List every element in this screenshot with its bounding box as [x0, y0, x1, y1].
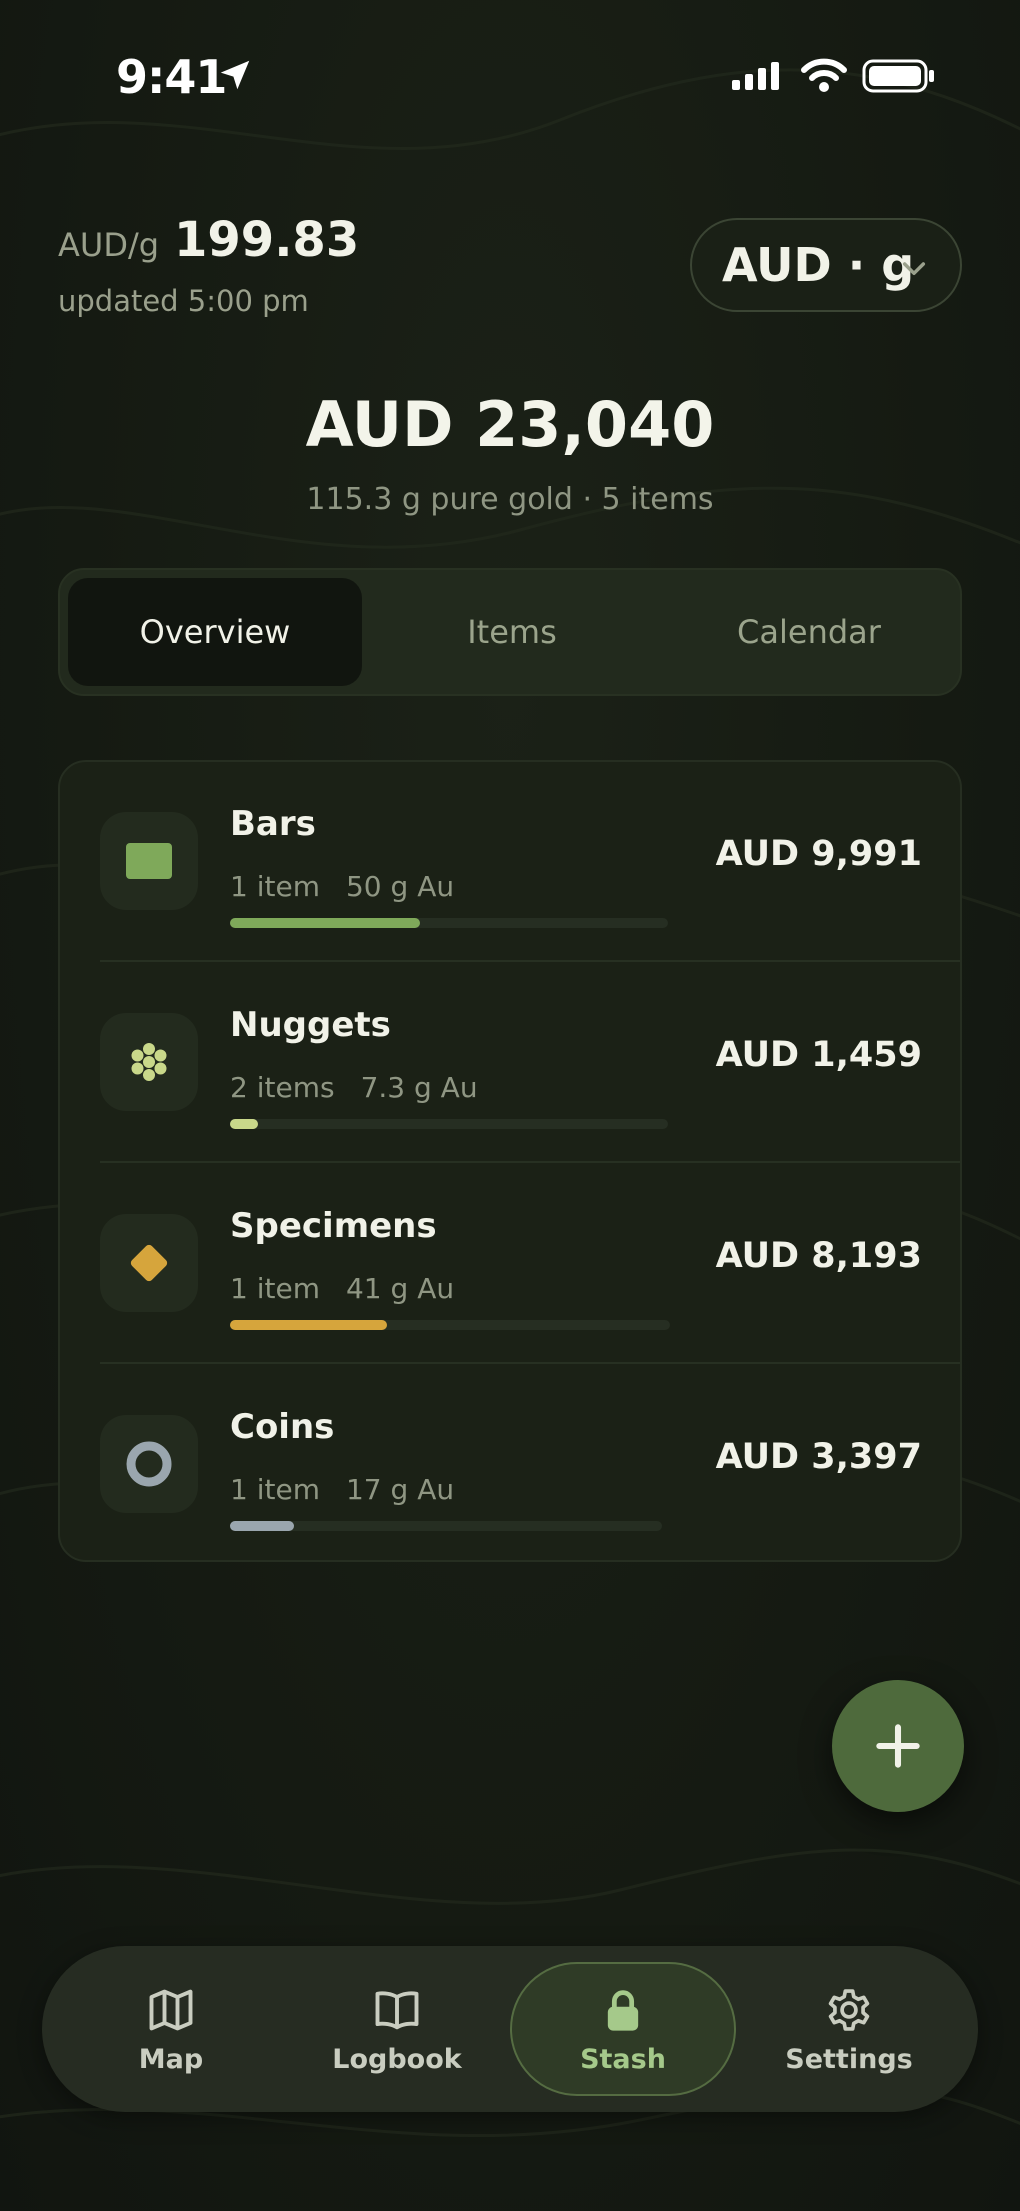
- category-share-bar: [230, 1521, 662, 1531]
- category-meta: 1 item 17 g Au: [230, 1473, 454, 1506]
- category-weight: 50 g Au: [345, 870, 455, 903]
- category-weight: 17 g Au: [345, 1473, 455, 1506]
- nav-logbook[interactable]: Logbook: [284, 1962, 510, 2096]
- category-share-fill: [230, 918, 421, 928]
- row-divider: [100, 1362, 960, 1364]
- category-share-bar: [230, 1320, 670, 1330]
- cellular-signal-icon: [732, 62, 779, 90]
- lock-icon: [607, 1989, 639, 2031]
- nav-label: Settings: [785, 2043, 913, 2075]
- category-name: Coins: [230, 1407, 335, 1447]
- tab-overview[interactable]: Overview: [68, 578, 362, 686]
- category-row-bars[interactable]: Bars 1 item 50 g Au AUD 9,991: [60, 762, 960, 962]
- category-count: 2 items: [230, 1071, 335, 1104]
- category-value: AUD 9,991: [715, 834, 922, 874]
- view-tabs: Overview Items Calendar: [58, 568, 962, 696]
- tab-items[interactable]: Items: [365, 578, 659, 686]
- category-share-fill: [230, 1521, 294, 1531]
- nav-label: Logbook: [332, 2043, 462, 2075]
- bar-icon: [126, 843, 172, 879]
- category-share-bar: [230, 918, 668, 928]
- category-row-specimens[interactable]: Specimens 1 item 41 g Au AUD 8,193: [60, 1164, 960, 1364]
- category-count: 1 item: [230, 1473, 320, 1506]
- currency-unit-label: AUD · g: [722, 238, 915, 292]
- category-share-bar: [230, 1119, 668, 1129]
- category-meta: 1 item 41 g Au: [230, 1272, 454, 1305]
- stash-total-value: AUD 23,040: [305, 388, 715, 461]
- category-row-coins[interactable]: Coins 1 item 17 g Au AUD 3,397: [60, 1365, 960, 1560]
- category-share-fill: [230, 1320, 387, 1330]
- app-screen: 9:41 AUD/g 199.83 updated 5:00 pm AUD · …: [0, 0, 1020, 2211]
- category-row-nuggets[interactable]: Nuggets 2 items 7.3 g Au AUD 1,459: [60, 963, 960, 1163]
- category-meta: 1 item 50 g Au: [230, 870, 454, 903]
- wifi-icon: [801, 58, 847, 92]
- nav-map[interactable]: Map: [58, 1962, 284, 2096]
- category-weight: 7.3 g Au: [360, 1071, 478, 1104]
- bar-icon-box: [100, 812, 198, 910]
- coin-icon: [126, 1441, 172, 1487]
- add-item-button[interactable]: [832, 1680, 964, 1812]
- nugget-icon: [131, 1043, 167, 1081]
- price-unit-label: AUD/g: [58, 226, 160, 264]
- gold-price-value: 199.83: [174, 212, 360, 268]
- location-arrow-icon: [220, 60, 250, 90]
- category-meta: 2 items 7.3 g Au: [230, 1071, 478, 1104]
- category-name: Specimens: [230, 1206, 437, 1246]
- category-value: AUD 3,397: [715, 1437, 922, 1477]
- row-divider: [100, 1161, 960, 1163]
- category-share-fill: [230, 1119, 258, 1129]
- category-count: 1 item: [230, 1272, 320, 1305]
- tab-calendar[interactable]: Calendar: [662, 578, 956, 686]
- category-list: Bars 1 item 50 g Au AUD 9,991 Nuggets 2 …: [58, 760, 962, 1562]
- category-weight: 41 g Au: [345, 1272, 455, 1305]
- specimen-icon: [130, 1244, 168, 1282]
- category-count: 1 item: [230, 870, 320, 903]
- row-divider: [100, 960, 960, 962]
- bottom-tab-bar: Map Logbook Stash Settings: [42, 1946, 978, 2112]
- nav-stash[interactable]: Stash: [510, 1962, 736, 2096]
- battery-icon: [862, 59, 934, 93]
- nugget-icon-box: [100, 1013, 198, 1111]
- status-time: 9:41: [116, 50, 227, 104]
- category-value: AUD 1,459: [715, 1035, 922, 1075]
- chevron-down-icon: [902, 262, 926, 276]
- price-updated-time: updated 5:00 pm: [58, 284, 309, 318]
- category-value: AUD 8,193: [715, 1236, 922, 1276]
- gear-icon: [828, 1988, 870, 2031]
- nav-settings[interactable]: Settings: [736, 1962, 962, 2096]
- stash-summary: 115.3 g pure gold · 5 items: [306, 482, 714, 517]
- plus-icon: [876, 1724, 920, 1768]
- nav-label: Map: [138, 2043, 204, 2075]
- nav-label: Stash: [580, 2043, 666, 2075]
- category-name: Bars: [230, 804, 316, 844]
- coin-icon-box: [100, 1415, 198, 1513]
- currency-unit-selector[interactable]: AUD · g: [690, 218, 962, 312]
- specimen-icon-box: [100, 1214, 198, 1312]
- book-icon: [375, 1990, 419, 2029]
- category-name: Nuggets: [230, 1005, 391, 1045]
- map-icon: [149, 1989, 193, 2030]
